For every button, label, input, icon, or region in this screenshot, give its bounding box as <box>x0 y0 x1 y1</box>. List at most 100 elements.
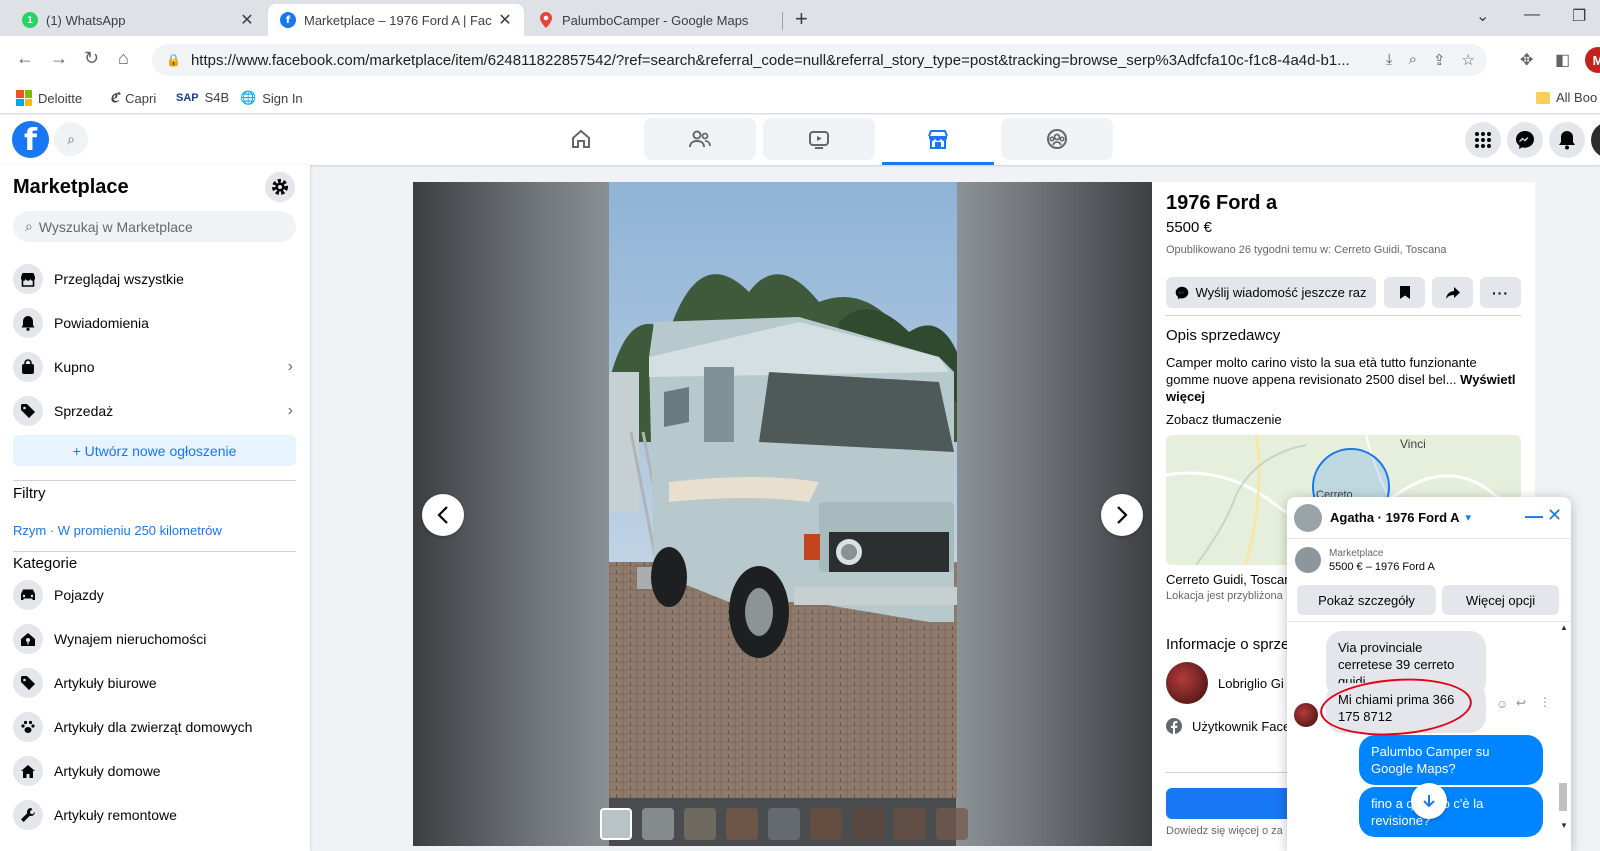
back-arrow-icon[interactable]: ← <box>16 48 34 69</box>
photo-thumbnail[interactable] <box>684 808 716 840</box>
search-icon[interactable]: ⌕ <box>54 122 88 156</box>
nav-watch[interactable] <box>763 118 875 160</box>
photo-thumbnail[interactable] <box>852 808 884 840</box>
category-home-improvement[interactable]: Artykuły remontowe <box>13 795 297 835</box>
photo-thumbnail[interactable] <box>600 808 632 840</box>
share-icon[interactable]: ⇪ <box>1433 51 1446 69</box>
search-icon: ⌕ <box>25 218 33 234</box>
notifications-bell-icon[interactable] <box>1549 122 1585 158</box>
all-bookmarks[interactable]: All Boo <box>1536 90 1597 105</box>
bookmark-capri[interactable]: ℭ Capri <box>110 90 156 106</box>
maximize-window-icon[interactable]: ❐ <box>1572 6 1586 26</box>
photo-thumbnail[interactable] <box>894 808 926 840</box>
more-dots-icon: ··· <box>1492 284 1509 301</box>
see-translation-link[interactable]: Zobacz tłumaczenie <box>1166 412 1282 427</box>
extensions-puzzle-icon[interactable]: ✥ <box>1520 50 1533 70</box>
category-office-supplies[interactable]: Artykuły biurowe <box>13 663 297 703</box>
account-avatar[interactable] <box>1591 122 1600 158</box>
location-approximate-note: Lokacja jest przybliżona <box>1166 590 1283 602</box>
minimize-window-icon[interactable]: — <box>1524 6 1540 24</box>
photo-thumbnail[interactable] <box>768 808 800 840</box>
category-pet-supplies[interactable]: Artykuły dla zwierząt domowych <box>13 707 297 747</box>
more-options-button[interactable]: Więcej opcji <box>1442 585 1559 615</box>
scroll-up-icon[interactable]: ▲ <box>1560 623 1568 632</box>
more-options-button[interactable]: ··· <box>1480 277 1521 308</box>
learn-more-link[interactable]: Dowiedz się więcej o za <box>1166 825 1283 837</box>
chat-scrollbar[interactable]: ▲ ▼ <box>1557 623 1569 851</box>
tab-google-maps[interactable]: PalumboCamper - Google Maps <box>526 4 782 36</box>
bookmark-s4b[interactable]: SAP S4B <box>176 90 229 105</box>
photo-thumbnail[interactable] <box>726 808 758 840</box>
scroll-down-icon[interactable]: ▼ <box>1560 821 1568 830</box>
seller-avatar[interactable] <box>1166 662 1208 704</box>
nav-marketplace[interactable] <box>882 118 994 165</box>
photo-thumbnail[interactable] <box>810 808 842 840</box>
create-listing-button[interactable]: + Utwórz nowe ogłoszenie <box>13 435 296 466</box>
reload-icon[interactable]: ↻ <box>84 48 99 69</box>
address-bar[interactable]: 🔒 https://www.facebook.com/marketplace/i… <box>152 44 1487 76</box>
photo-thumbnail[interactable] <box>642 808 674 840</box>
minimize-chat-icon[interactable]: — <box>1525 506 1543 527</box>
message-more-icon[interactable]: ⋮ <box>1539 695 1551 709</box>
nav-groups[interactable] <box>1001 118 1113 160</box>
messenger-icon[interactable] <box>1507 122 1543 158</box>
new-tab-button[interactable]: + <box>795 6 808 32</box>
reply-icon[interactable]: ↩ <box>1516 696 1526 710</box>
zoom-icon[interactable]: ⌕ <box>1409 51 1417 69</box>
sidebar-item-buying[interactable]: Kupno › <box>13 347 297 387</box>
chevron-right-icon: › <box>287 358 293 375</box>
forward-arrow-icon[interactable]: → <box>50 48 68 69</box>
close-chat-icon[interactable]: ✕ <box>1547 505 1562 526</box>
car-icon <box>13 580 43 610</box>
chat-contact-name: Agatha · 1976 Ford A <box>1330 510 1460 525</box>
close-tab-icon[interactable]: ✕ <box>238 10 256 30</box>
listing-photo[interactable] <box>609 182 957 798</box>
facebook-logo-icon[interactable]: f <box>12 121 49 158</box>
close-tab-icon[interactable]: ✕ <box>496 10 514 30</box>
react-emoji-icon[interactable]: ☺ <box>1496 697 1508 711</box>
listing-title: 1976 Ford a <box>1166 192 1278 214</box>
side-panel-icon[interactable]: ◧ <box>1555 50 1570 70</box>
house-key-icon <box>13 624 43 654</box>
divider <box>1166 315 1521 316</box>
tab-search-chevron-icon[interactable]: ⌄ <box>1476 6 1489 26</box>
marketplace-search-input[interactable]: ⌕ Wyszukaj w Marketplace <box>13 211 296 242</box>
sidebar-item-selling[interactable]: Sprzedaż › <box>13 391 297 431</box>
scrollbar-thumb[interactable] <box>1559 783 1567 811</box>
location-filter-link[interactable]: Rzym · W promieniu 250 kilometrów <box>13 523 222 538</box>
menu-grid-icon[interactable] <box>1465 122 1501 158</box>
category-property-rentals[interactable]: Wynajem nieruchomości <box>13 619 297 659</box>
bookmark-label: S4B <box>204 90 230 105</box>
category-vehicles[interactable]: Pojazdy <box>13 575 297 615</box>
description-text: Camper molto carino visto la sua età tut… <box>1166 355 1477 387</box>
tab-facebook-marketplace[interactable]: f Marketplace – 1976 Ford A | Fac ✕ <box>268 4 524 36</box>
next-photo-button[interactable] <box>1101 494 1143 536</box>
message-again-button[interactable]: Wyślij wiadomość jeszcze raz <box>1166 277 1376 308</box>
settings-gear-icon[interactable] <box>265 172 295 202</box>
sidebar-item-notifications[interactable]: Powiadomienia <box>13 303 297 343</box>
install-app-icon[interactable]: ⤓ <box>1386 51 1393 69</box>
category-household[interactable]: Artykuły domowe <box>13 751 297 791</box>
photo-thumbnail[interactable] <box>936 808 968 840</box>
bookmark-sign-in[interactable]: 🌐 Sign In <box>240 90 303 106</box>
share-button[interactable] <box>1432 277 1473 308</box>
nav-friends[interactable] <box>644 118 756 160</box>
nav-home[interactable] <box>525 118 637 160</box>
categories-heading: Kategorie <box>13 555 78 572</box>
show-details-button[interactable]: Pokaż szczegóły <box>1297 585 1436 615</box>
previous-photo-button[interactable] <box>422 494 464 536</box>
bookmarks-bar: Deloitte ℭ Capri SAP S4B 🌐 Sign In All B… <box>0 84 1600 114</box>
chevron-down-icon[interactable]: ▾ <box>1466 511 1472 524</box>
home-icon[interactable]: ⌂ <box>118 48 129 69</box>
category-label: Artykuły dla zwierząt domowych <box>54 719 253 735</box>
seller-description-heading: Opis sprzedawcy <box>1166 327 1281 344</box>
seller-name-link[interactable]: Lobriglio Gi <box>1218 676 1284 691</box>
sidebar-item-browse-all[interactable]: Przeglądaj wszystkie <box>13 259 297 299</box>
bookmark-star-icon[interactable]: ☆ <box>1462 51 1475 69</box>
bookmark-deloitte[interactable]: Deloitte <box>16 90 82 106</box>
tag-icon <box>13 396 43 426</box>
save-bookmark-button[interactable] <box>1384 277 1425 308</box>
tab-whatsapp[interactable]: 1 (1) WhatsApp ✕ <box>10 4 266 36</box>
profile-avatar[interactable]: M <box>1585 47 1600 73</box>
scroll-to-bottom-button[interactable] <box>1411 783 1447 819</box>
